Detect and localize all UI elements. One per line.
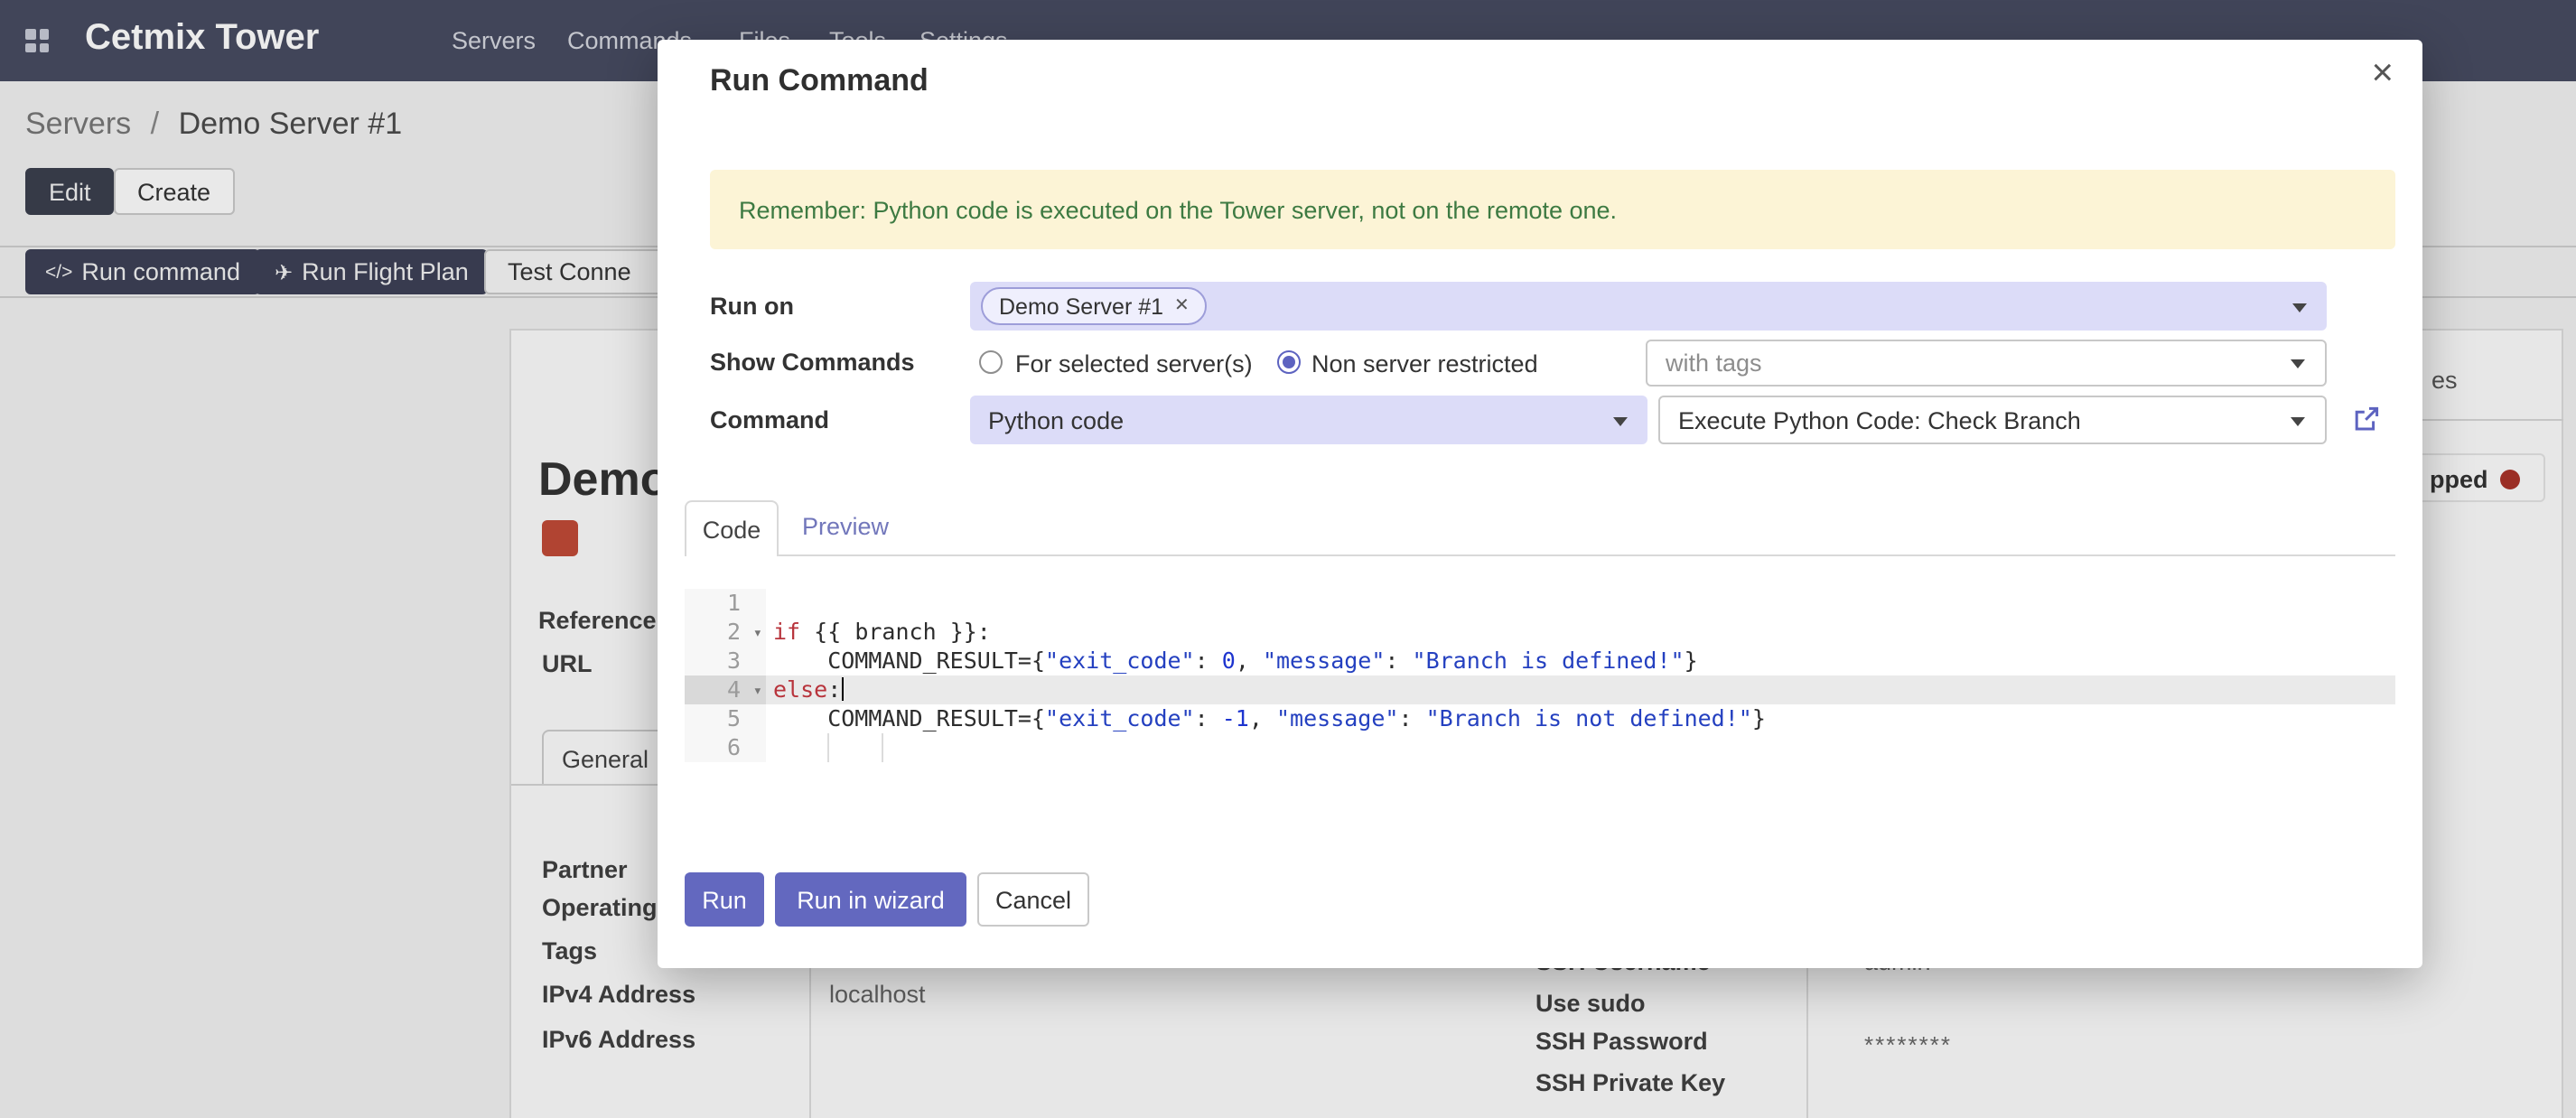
- with-tags-select[interactable]: with tags: [1646, 340, 2327, 387]
- remove-tag-icon[interactable]: ✕: [1174, 296, 1190, 316]
- code-editor[interactable]: 12▾34▾56 if {{ branch }}: COMMAND_RESULT…: [685, 589, 2395, 762]
- code-line[interactable]: else:: [766, 675, 2395, 704]
- viewport: Cetmix Tower Servers Commands Files Tool…: [0, 0, 2576, 1118]
- caret-down-icon[interactable]: [2291, 416, 2305, 425]
- run-on-label: Run on: [710, 293, 794, 320]
- radio-for-selected-servers[interactable]: [979, 350, 1003, 374]
- radio-non-server-restricted[interactable]: [1277, 350, 1301, 374]
- modal-title: Run Command: [710, 63, 929, 99]
- caret-down-icon[interactable]: [2292, 303, 2307, 312]
- gutter-line-number: 4▾: [685, 675, 766, 704]
- radio-label-for-selected-servers[interactable]: For selected server(s): [1015, 350, 1253, 377]
- tabs-underline: [685, 554, 2395, 556]
- gutter-line-number: 1: [685, 589, 766, 618]
- tab-code[interactable]: Code: [685, 500, 779, 556]
- python-warning-alert: Remember: Python code is executed on the…: [710, 170, 2395, 249]
- external-link-icon[interactable]: [2352, 405, 2381, 433]
- run-in-wizard-button[interactable]: Run in wizard: [775, 872, 966, 927]
- text-cursor: [841, 677, 844, 701]
- command-select[interactable]: Execute Python Code: Check Branch: [1658, 396, 2327, 444]
- command-label: Command: [710, 406, 829, 433]
- run-button[interactable]: Run: [685, 872, 764, 927]
- run-on-tags-field[interactable]: Demo Server #1 ✕: [970, 282, 2327, 331]
- command-type-select[interactable]: Python code: [970, 396, 1647, 444]
- gutter-line-number: 3: [685, 647, 766, 675]
- run-command-modal: Run Command × Remember: Python code is e…: [658, 40, 2422, 968]
- show-commands-label: Show Commands: [710, 349, 915, 376]
- fold-arrow-icon[interactable]: ▾: [753, 620, 762, 648]
- code-line[interactable]: if {{ branch }}:: [766, 618, 2395, 647]
- gutter-line-number: 5: [685, 704, 766, 733]
- radio-label-non-server-restricted[interactable]: Non server restricted: [1311, 350, 1538, 377]
- code-line[interactable]: [766, 733, 2395, 762]
- screen: Cetmix Tower Servers Commands Files Tool…: [0, 0, 2576, 1118]
- gutter-line-number: 6: [685, 733, 766, 762]
- gutter-line-number: 2▾: [685, 618, 766, 647]
- caret-down-icon[interactable]: [1613, 416, 1628, 425]
- close-icon[interactable]: ×: [2371, 52, 2394, 96]
- server-tag-chip[interactable]: Demo Server #1 ✕: [981, 287, 1208, 325]
- caret-down-icon[interactable]: [2291, 359, 2305, 368]
- code-line[interactable]: COMMAND_RESULT={"exit_code": 0, "message…: [766, 647, 2395, 675]
- editor-gutter: 12▾34▾56: [685, 589, 766, 762]
- code-line[interactable]: [766, 589, 2395, 618]
- editor-code-area[interactable]: if {{ branch }}: COMMAND_RESULT={"exit_c…: [766, 589, 2395, 762]
- code-line[interactable]: COMMAND_RESULT={"exit_code": -1, "messag…: [766, 704, 2395, 733]
- tab-preview[interactable]: Preview: [802, 513, 889, 540]
- fold-arrow-icon[interactable]: ▾: [753, 677, 762, 706]
- cancel-button[interactable]: Cancel: [977, 872, 1089, 927]
